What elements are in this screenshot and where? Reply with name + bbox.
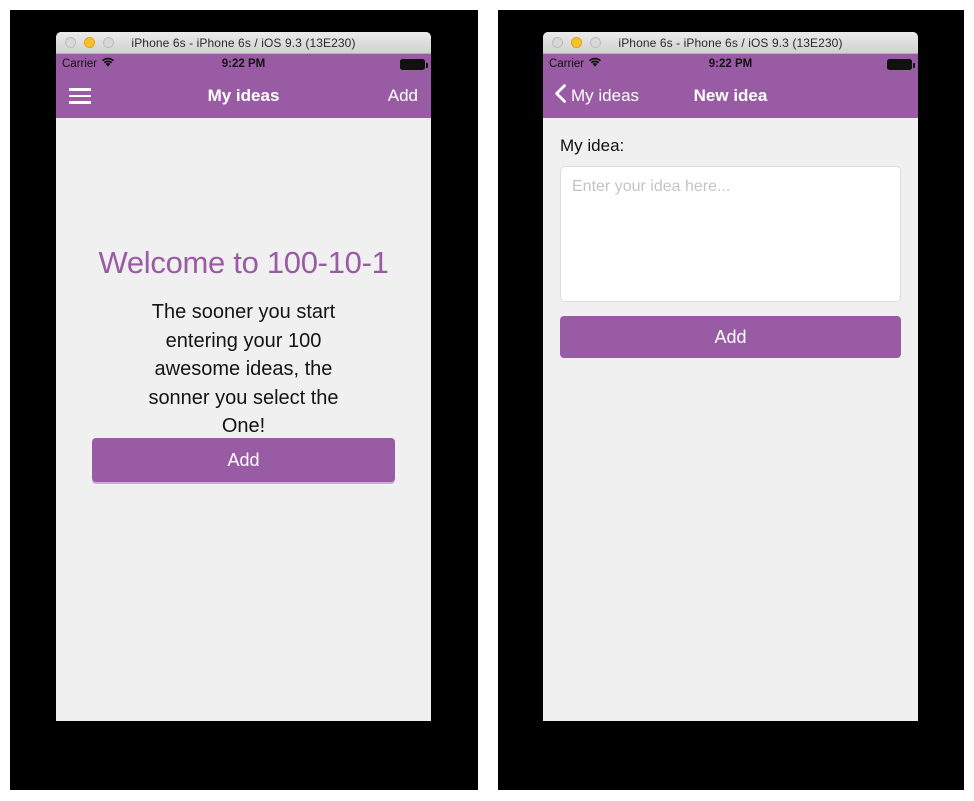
status-time-left: 9:22 PM <box>221 58 266 70</box>
new-idea-form: My idea: Add <box>543 118 918 358</box>
status-battery-group-right <box>887 58 915 70</box>
nav-left-group <box>69 88 91 104</box>
hamburger-menu-icon[interactable] <box>69 88 91 104</box>
window-titlebar-right[interactable]: iPhone 6s - iPhone 6s / iOS 9.3 (13E230) <box>543 32 918 54</box>
window-titlebar-left[interactable]: iPhone 6s - iPhone 6s / iOS 9.3 (13E230) <box>56 32 431 54</box>
nav-left-group-right: My ideas <box>554 84 639 108</box>
traffic-lights-left <box>65 37 114 48</box>
my-idea-label: My idea: <box>560 136 625 155</box>
ios-nav-bar-left: My ideas Add <box>56 74 431 118</box>
status-time-right: 9:22 PM <box>708 58 753 70</box>
minimize-button-icon[interactable] <box>84 37 95 48</box>
status-battery-group-left <box>400 58 428 70</box>
welcome-heading: Welcome to 100-10-1 <box>98 245 389 280</box>
minimize-button-icon[interactable] <box>571 37 582 48</box>
ios-status-bar-right: Carrier 9:22 PM <box>543 54 918 74</box>
screenshot-root: iPhone 6s - iPhone 6s / iOS 9.3 (13E230)… <box>0 0 974 801</box>
zoom-button-icon[interactable] <box>590 37 601 48</box>
battery-full-icon <box>887 58 915 70</box>
welcome-block: Welcome to 100-10-1 The sooner you start… <box>56 245 431 441</box>
screen-content-new-idea: My idea: Add <box>543 118 918 721</box>
zoom-button-icon[interactable] <box>103 37 114 48</box>
chevron-left-icon <box>554 84 566 108</box>
ios-nav-bar-right: My ideas New idea <box>543 74 918 118</box>
submit-add-button[interactable]: Add <box>560 316 901 358</box>
nav-title-my-ideas: My ideas <box>207 86 280 105</box>
nav-add-button[interactable]: Add <box>388 86 418 106</box>
simulator-window-my-ideas: iPhone 6s - iPhone 6s / iOS 9.3 (13E230)… <box>56 32 431 721</box>
idea-textarea[interactable] <box>560 166 901 302</box>
add-idea-button[interactable]: Add <box>92 438 395 482</box>
close-button-icon[interactable] <box>65 37 76 48</box>
screen-content-welcome: Welcome to 100-10-1 The sooner you start… <box>56 118 431 721</box>
welcome-body-text: The sooner you start entering your 100 a… <box>148 301 339 438</box>
traffic-lights-right <box>552 37 601 48</box>
close-button-icon[interactable] <box>552 37 563 48</box>
battery-full-icon <box>400 58 428 70</box>
ios-status-bar-left: Carrier 9:22 PM <box>56 54 431 74</box>
back-button[interactable]: My ideas <box>554 84 639 108</box>
simulator-window-new-idea: iPhone 6s - iPhone 6s / iOS 9.3 (13E230)… <box>543 32 918 721</box>
back-button-label: My ideas <box>571 86 640 105</box>
